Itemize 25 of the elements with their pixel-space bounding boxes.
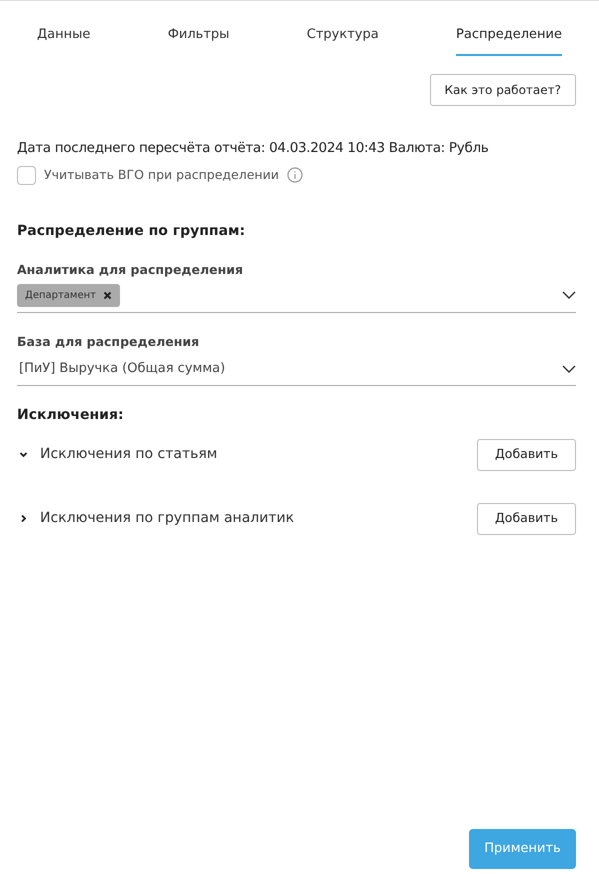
chevron-down-icon[interactable] — [19, 450, 28, 460]
recalc-info: Дата последнего пересчёта отчёта: 04.03.2024 10:43 Валюта: Рубль — [17, 138, 490, 158]
add-button[interactable]: Добавить — [477, 438, 576, 471]
tab[interactable]: Фильтры — [168, 25, 230, 56]
tag: Департамент — [17, 284, 120, 306]
add-button[interactable]: Добавить — [477, 502, 576, 535]
chevron-down-icon — [562, 365, 576, 373]
checkbox[interactable] — [17, 166, 36, 185]
exclusion-label: Исключения по статьям — [40, 445, 218, 464]
remove-icon[interactable] — [103, 290, 112, 300]
section-heading: Исключения: — [17, 406, 125, 425]
tab[interactable]: Распределение — [456, 25, 562, 56]
exclusion-label: Исключения по группам аналитик — [40, 509, 294, 528]
base-select[interactable]: [ПиУ] Выручка (Общая сумма) — [17, 359, 576, 386]
tab[interactable]: Данные — [37, 25, 90, 56]
field-label: Аналитика для распределения — [17, 260, 244, 279]
analytics-select[interactable]: Департамент — [17, 284, 576, 312]
field-label: База для распределения — [17, 332, 200, 351]
checkbox-label: Учитывать ВГО при распределении — [44, 166, 279, 184]
tab[interactable]: Структура — [306, 25, 379, 56]
section-heading: Распределение по группам: — [17, 222, 246, 241]
chevron-right-icon[interactable] — [19, 514, 28, 524]
info-icon — [286, 167, 303, 184]
help-button[interactable]: Как это работает? — [430, 74, 576, 106]
chevron-down-icon — [562, 291, 576, 299]
